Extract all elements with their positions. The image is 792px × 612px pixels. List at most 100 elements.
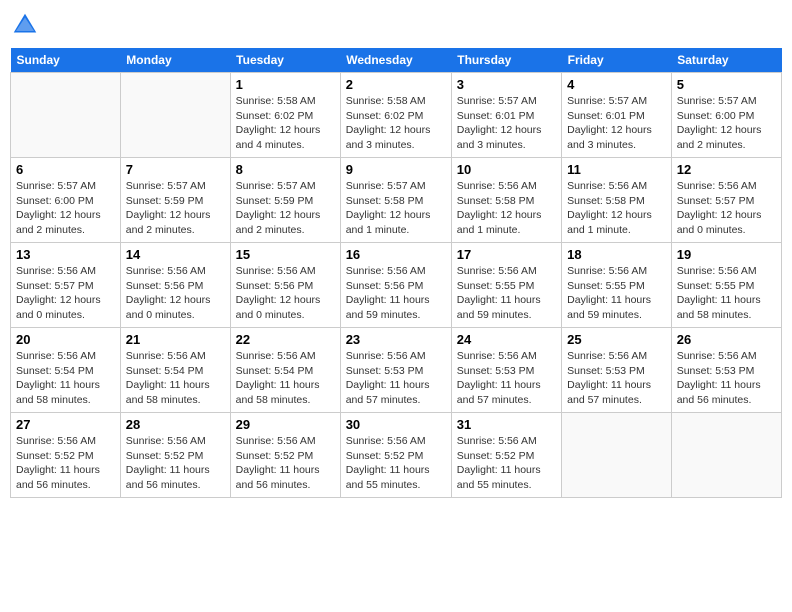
day-info: Sunrise: 5:56 AM Sunset: 5:58 PM Dayligh…: [457, 179, 556, 238]
calendar-cell: 1Sunrise: 5:58 AM Sunset: 6:02 PM Daylig…: [230, 73, 340, 158]
weekday-header-thursday: Thursday: [451, 48, 561, 73]
calendar-cell: 18 Sunrise: 5:56 AM Sunset: 5:55 PM Dayli…: [562, 243, 672, 328]
calendar-cell: 25 Sunrise: 5:56 AM Sunset: 5:53 PM Dayli…: [562, 328, 672, 413]
day-info: Sunrise: 5:56 AM Sunset: 5:52 PM Dayligh…: [346, 434, 446, 493]
calendar-cell: 13 Sunrise: 5:56 AM Sunset: 5:57 PM Dayli…: [11, 243, 121, 328]
day-number: 27: [16, 417, 115, 432]
day-number: 3: [457, 77, 556, 92]
calendar-cell: 16 Sunrise: 5:56 AM Sunset: 5:56 PM Dayli…: [340, 243, 451, 328]
calendar-cell: [120, 73, 230, 158]
day-number: 25: [567, 332, 666, 347]
day-info: Sunrise: 5:56 AM Sunset: 5:54 PM Dayligh…: [236, 349, 335, 408]
calendar-cell: 14Sunrise: 5:56 AM Sunset: 5:56 PM Dayli…: [120, 243, 230, 328]
day-number: 22: [236, 332, 335, 347]
week-row-4: 20 Sunrise: 5:56 AM Sunset: 5:54 PM Dayli…: [11, 328, 782, 413]
calendar-cell: 29 Sunrise: 5:56 AM Sunset: 5:52 PM Dayli…: [230, 413, 340, 498]
day-number: 7: [126, 162, 225, 177]
day-info: Sunrise: 5:57 AM Sunset: 5:58 PM Dayligh…: [346, 179, 446, 238]
weekday-header-wednesday: Wednesday: [340, 48, 451, 73]
calendar-cell: 26Sunrise: 5:56 AM Sunset: 5:53 PM Dayli…: [671, 328, 781, 413]
weekday-header-monday: Monday: [120, 48, 230, 73]
day-number: 26: [677, 332, 776, 347]
day-number: 18: [567, 247, 666, 262]
day-info: Sunrise: 5:56 AM Sunset: 5:55 PM Dayligh…: [457, 264, 556, 323]
day-info: Sunrise: 5:56 AM Sunset: 5:54 PM Dayligh…: [16, 349, 115, 408]
weekday-header-saturday: Saturday: [671, 48, 781, 73]
weekday-header-tuesday: Tuesday: [230, 48, 340, 73]
page-header: [10, 10, 782, 40]
day-number: 23: [346, 332, 446, 347]
day-info: Sunrise: 5:56 AM Sunset: 5:52 PM Dayligh…: [16, 434, 115, 493]
day-number: 8: [236, 162, 335, 177]
calendar-cell: 30 Sunrise: 5:56 AM Sunset: 5:52 PM Dayli…: [340, 413, 451, 498]
day-number: 6: [16, 162, 115, 177]
day-info: Sunrise: 5:56 AM Sunset: 5:52 PM Dayligh…: [236, 434, 335, 493]
calendar-cell: 22 Sunrise: 5:56 AM Sunset: 5:54 PM Dayli…: [230, 328, 340, 413]
day-info: Sunrise: 5:56 AM Sunset: 5:55 PM Dayligh…: [567, 264, 666, 323]
weekday-header-friday: Friday: [562, 48, 672, 73]
day-number: 20: [16, 332, 115, 347]
calendar-cell: 6 Sunrise: 5:57 AM Sunset: 6:00 PM Daylig…: [11, 158, 121, 243]
day-info: Sunrise: 5:56 AM Sunset: 5:56 PM Dayligh…: [126, 264, 225, 323]
day-number: 11: [567, 162, 666, 177]
calendar-cell: 17 Sunrise: 5:56 AM Sunset: 5:55 PM Dayli…: [451, 243, 561, 328]
day-info: Sunrise: 5:57 AM Sunset: 6:00 PM Dayligh…: [677, 94, 776, 153]
weekday-header-sunday: Sunday: [11, 48, 121, 73]
day-info: Sunrise: 5:56 AM Sunset: 5:53 PM Dayligh…: [457, 349, 556, 408]
day-number: 13: [16, 247, 115, 262]
day-info: Sunrise: 5:56 AM Sunset: 5:53 PM Dayligh…: [567, 349, 666, 408]
calendar-cell: 7Sunrise: 5:57 AM Sunset: 5:59 PM Daylig…: [120, 158, 230, 243]
day-number: 21: [126, 332, 225, 347]
day-number: 10: [457, 162, 556, 177]
calendar-cell: 12Sunrise: 5:56 AM Sunset: 5:57 PM Dayli…: [671, 158, 781, 243]
day-info: Sunrise: 5:57 AM Sunset: 6:01 PM Dayligh…: [457, 94, 556, 153]
day-info: Sunrise: 5:56 AM Sunset: 5:57 PM Dayligh…: [16, 264, 115, 323]
calendar-cell: 10 Sunrise: 5:56 AM Sunset: 5:58 PM Dayli…: [451, 158, 561, 243]
calendar-cell: 21 Sunrise: 5:56 AM Sunset: 5:54 PM Dayli…: [120, 328, 230, 413]
day-number: 19: [677, 247, 776, 262]
day-number: 15: [236, 247, 335, 262]
day-info: Sunrise: 5:56 AM Sunset: 5:52 PM Dayligh…: [126, 434, 225, 493]
logo: [10, 10, 44, 40]
day-info: Sunrise: 5:56 AM Sunset: 5:54 PM Dayligh…: [126, 349, 225, 408]
week-row-3: 13 Sunrise: 5:56 AM Sunset: 5:57 PM Dayli…: [11, 243, 782, 328]
calendar-cell: [671, 413, 781, 498]
day-number: 16: [346, 247, 446, 262]
day-info: Sunrise: 5:57 AM Sunset: 6:00 PM Dayligh…: [16, 179, 115, 238]
calendar-cell: 3 Sunrise: 5:57 AM Sunset: 6:01 PM Daylig…: [451, 73, 561, 158]
weekday-header-row: SundayMondayTuesdayWednesdayThursdayFrid…: [11, 48, 782, 73]
week-row-5: 27 Sunrise: 5:56 AM Sunset: 5:52 PM Dayli…: [11, 413, 782, 498]
week-row-2: 6 Sunrise: 5:57 AM Sunset: 6:00 PM Daylig…: [11, 158, 782, 243]
calendar-cell: 20 Sunrise: 5:56 AM Sunset: 5:54 PM Dayli…: [11, 328, 121, 413]
day-number: 29: [236, 417, 335, 432]
calendar-cell: 24 Sunrise: 5:56 AM Sunset: 5:53 PM Dayli…: [451, 328, 561, 413]
day-number: 31: [457, 417, 556, 432]
day-info: Sunrise: 5:56 AM Sunset: 5:58 PM Dayligh…: [567, 179, 666, 238]
day-info: Sunrise: 5:56 AM Sunset: 5:56 PM Dayligh…: [236, 264, 335, 323]
day-info: Sunrise: 5:56 AM Sunset: 5:55 PM Dayligh…: [677, 264, 776, 323]
calendar-cell: 11 Sunrise: 5:56 AM Sunset: 5:58 PM Dayli…: [562, 158, 672, 243]
calendar-cell: 19 Sunrise: 5:56 AM Sunset: 5:55 PM Dayli…: [671, 243, 781, 328]
day-number: 28: [126, 417, 225, 432]
day-info: Sunrise: 5:56 AM Sunset: 5:52 PM Dayligh…: [457, 434, 556, 493]
day-number: 9: [346, 162, 446, 177]
day-number: 1: [236, 77, 335, 92]
day-number: 12: [677, 162, 776, 177]
calendar-cell: 27 Sunrise: 5:56 AM Sunset: 5:52 PM Dayli…: [11, 413, 121, 498]
day-number: 17: [457, 247, 556, 262]
calendar-cell: 9 Sunrise: 5:57 AM Sunset: 5:58 PM Daylig…: [340, 158, 451, 243]
day-info: Sunrise: 5:57 AM Sunset: 6:01 PM Dayligh…: [567, 94, 666, 153]
calendar-cell: 23Sunrise: 5:56 AM Sunset: 5:53 PM Dayli…: [340, 328, 451, 413]
day-info: Sunrise: 5:56 AM Sunset: 5:56 PM Dayligh…: [346, 264, 446, 323]
day-info: Sunrise: 5:58 AM Sunset: 6:02 PM Dayligh…: [346, 94, 446, 153]
day-number: 24: [457, 332, 556, 347]
day-number: 4: [567, 77, 666, 92]
logo-icon: [10, 10, 40, 40]
calendar-cell: 15 Sunrise: 5:56 AM Sunset: 5:56 PM Dayli…: [230, 243, 340, 328]
day-info: Sunrise: 5:57 AM Sunset: 5:59 PM Dayligh…: [236, 179, 335, 238]
calendar-cell: 28 Sunrise: 5:56 AM Sunset: 5:52 PM Dayli…: [120, 413, 230, 498]
calendar-table: SundayMondayTuesdayWednesdayThursdayFrid…: [10, 48, 782, 498]
day-number: 30: [346, 417, 446, 432]
calendar-cell: 5Sunrise: 5:57 AM Sunset: 6:00 PM Daylig…: [671, 73, 781, 158]
calendar-cell: 4 Sunrise: 5:57 AM Sunset: 6:01 PM Daylig…: [562, 73, 672, 158]
